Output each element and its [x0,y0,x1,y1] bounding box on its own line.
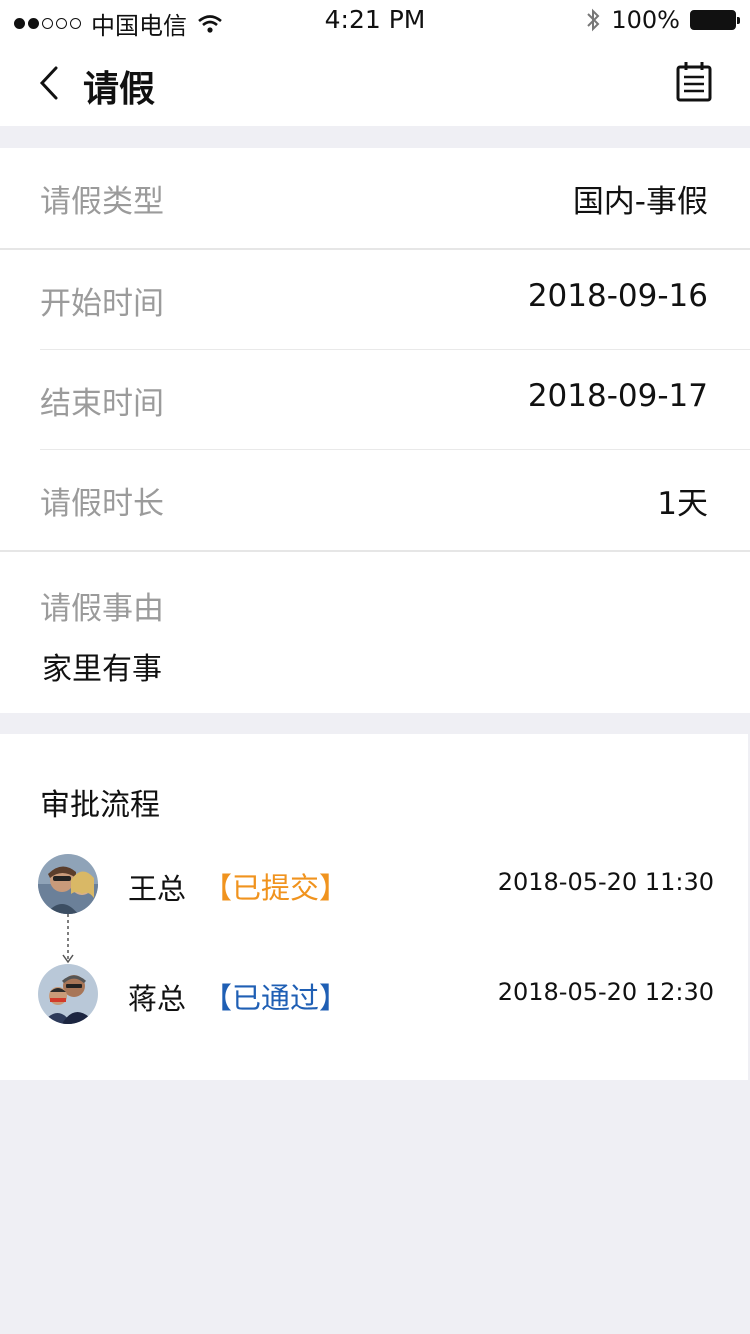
row-value: 国内-事假 [572,184,708,220]
approval-time: 2018-05-20 12:30 [497,978,714,1006]
row-label: 结束时间 [40,386,164,422]
flow-connector-arrow-icon [62,914,74,964]
approval-status-badge: 【已提交】 [203,871,349,905]
approval-flow-title: 审批流程 [40,788,160,823]
row-label: 请假类型 [40,184,164,220]
avatar [38,964,98,1024]
avatar [38,854,98,914]
approver-name: 王总 [128,872,187,906]
row-value: 2018-09-16 [527,278,708,314]
approval-flow-card: 审批流程 王总 【已提交】 2018-05-20 11:30 蒋总 【已通过】 … [0,734,748,1080]
row-leave-type: 请假类型 国内-事假 [0,148,750,248]
battery-percent: 100% [611,6,680,34]
calendar-icon[interactable] [674,60,714,104]
page-title: 请假 [83,69,156,110]
row-start-time: 开始时间 2018-09-16 [0,250,750,350]
approval-step: 王总 【已提交】 2018-05-20 11:30 [0,854,748,916]
approval-step: 蒋总 【已通过】 2018-05-20 12:30 [0,964,748,1026]
row-label: 开始时间 [40,286,164,322]
chevron-left-icon[interactable] [30,60,70,106]
battery-icon [690,10,740,30]
status-bar: 中国电信 4:21 PM 100% [0,0,750,40]
row-value: 2018-09-17 [527,378,708,414]
status-right: 100% [585,6,740,34]
leave-detail-card: 请假类型 国内-事假 开始时间 2018-09-16 结束时间 2018-09-… [0,148,750,713]
nav-bar: 请假 [0,40,750,126]
divider [0,550,750,552]
row-end-time: 结束时间 2018-09-17 [0,350,750,450]
bluetooth-icon [587,8,600,32]
reason-value: 家里有事 [42,652,162,687]
row-duration: 请假时长 1天 [0,450,750,550]
approver-name: 蒋总 [128,982,187,1016]
row-value: 1天 [657,486,708,522]
approval-time: 2018-05-20 11:30 [497,868,714,896]
row-label: 请假时长 [40,486,164,522]
approval-status-badge: 【已通过】 [203,981,349,1015]
reason-label: 请假事由 [40,591,164,627]
